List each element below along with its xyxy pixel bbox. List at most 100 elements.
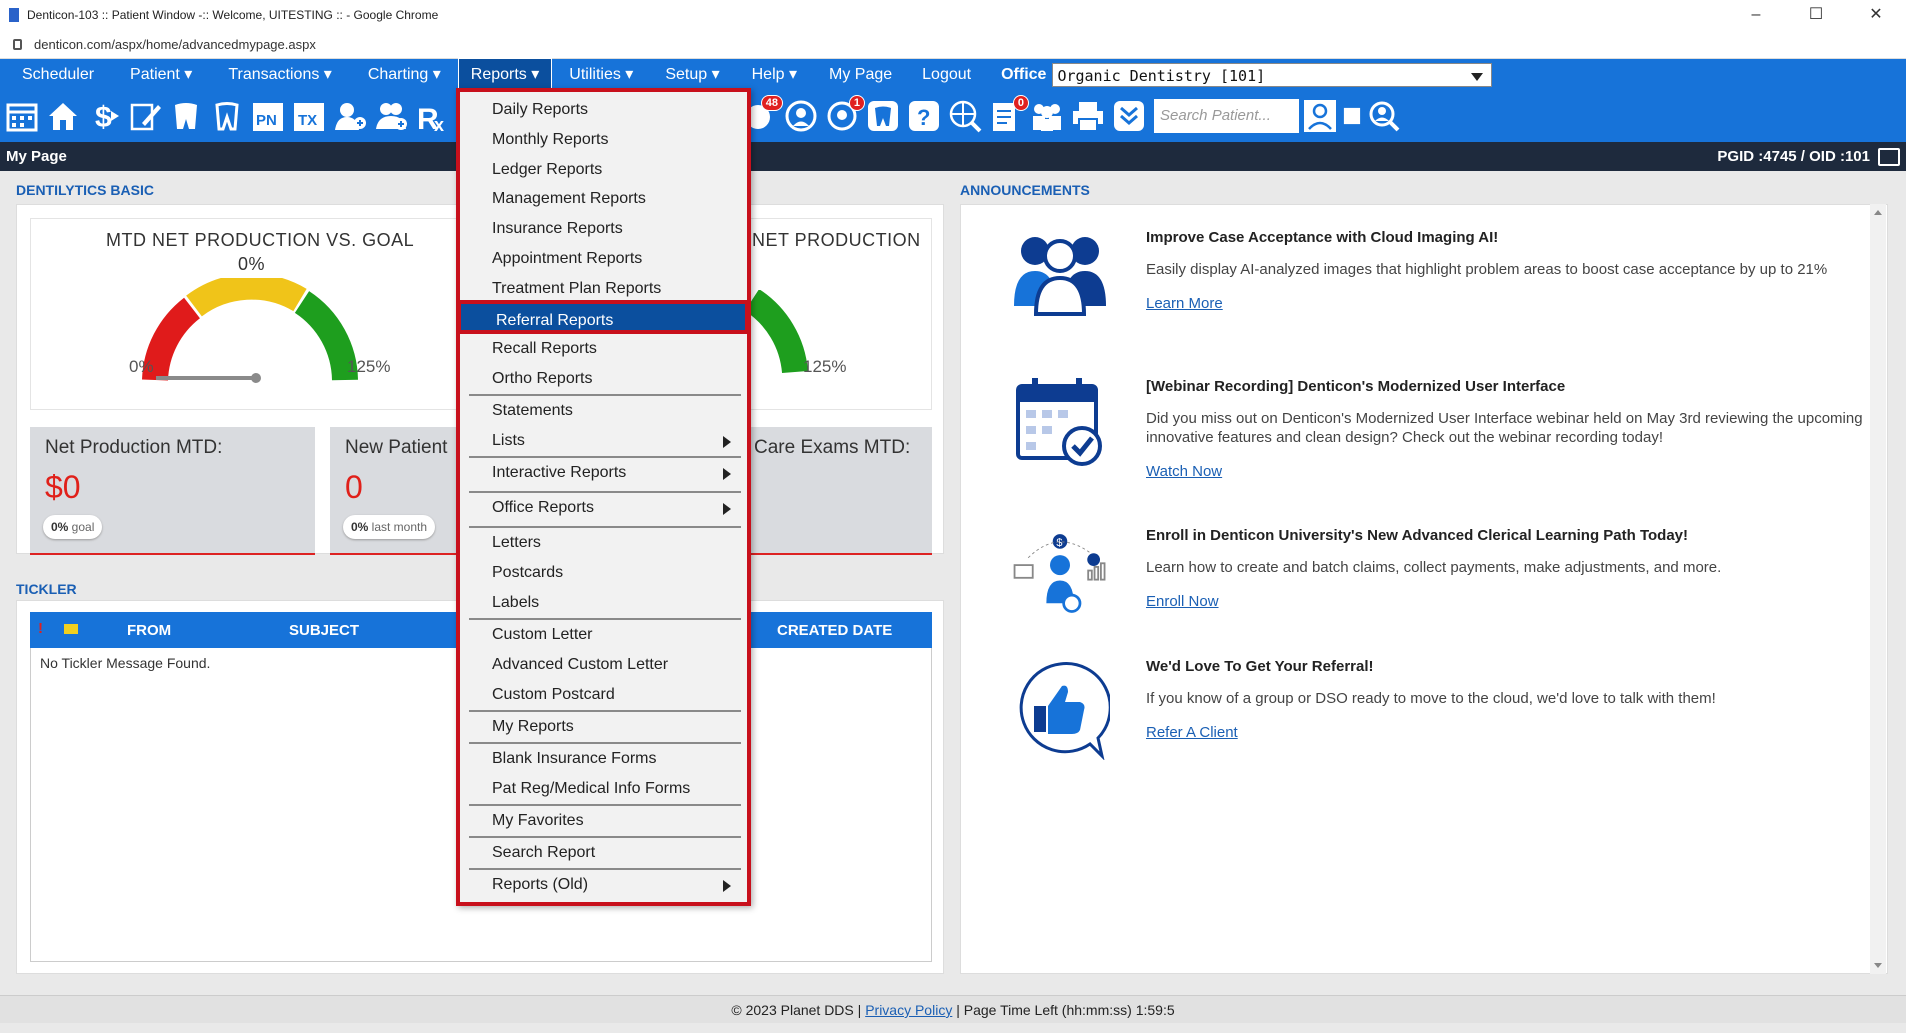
announcement-1: Improve Case Acceptance with Cloud Imagi… — [1146, 229, 1866, 313]
close-icon[interactable]: ✕ — [1846, 0, 1906, 30]
menu-reports[interactable]: Reports ▾ — [457, 58, 553, 91]
main-menu-bar: Scheduler Patient ▾ Transactions ▾ Chart… — [0, 58, 1906, 91]
menu-item-lists[interactable]: Lists — [469, 426, 741, 456]
enroll-now-link[interactable]: Enroll Now — [1146, 593, 1219, 610]
globe-search-icon[interactable] — [946, 97, 984, 135]
menu-item-management-reports[interactable]: Management Reports — [469, 184, 741, 214]
document-badge-icon[interactable]: 0 — [987, 95, 1029, 135]
menu-logout[interactable]: Logout — [910, 59, 983, 90]
add-patient-icon[interactable] — [331, 97, 369, 135]
menu-scheduler[interactable]: Scheduler — [10, 59, 106, 90]
menu-item-ortho-reports[interactable]: Ortho Reports — [469, 364, 741, 394]
menu-item-postcards[interactable]: Postcards — [469, 558, 741, 588]
kpi-label: New Patient — [345, 437, 448, 458]
group-icon[interactable] — [1028, 97, 1066, 135]
tx-icon[interactable]: TX — [290, 97, 328, 135]
submenu-arrow-icon — [723, 503, 731, 515]
menu-item-advanced-custom-letter[interactable]: Advanced Custom Letter — [469, 650, 741, 680]
menu-setup[interactable]: Setup ▾ — [653, 59, 731, 90]
menu-help[interactable]: Help ▾ — [740, 59, 809, 90]
menu-charting[interactable]: Charting ▾ — [356, 59, 453, 90]
menu-item-my-favorites[interactable]: My Favorites — [469, 806, 741, 836]
announcements-title: ANNOUNCEMENTS — [960, 182, 1090, 198]
menu-item-custom-postcard[interactable]: Custom Postcard — [469, 680, 741, 710]
gauge1-title: MTD NET PRODUCTION VS. GOAL — [106, 230, 415, 250]
minimize-icon[interactable]: – — [1726, 0, 1786, 30]
menu-item-search-report[interactable]: Search Report — [469, 838, 741, 868]
announcement-4: We'd Love To Get Your Referral! If you k… — [1146, 658, 1866, 742]
print-icon[interactable] — [1878, 148, 1900, 166]
submenu-arrow-icon — [723, 880, 731, 892]
watch-now-link[interactable]: Watch Now — [1146, 463, 1222, 480]
gauge1-value: 0% — [238, 254, 266, 274]
collapse-icon[interactable] — [1110, 97, 1148, 135]
url-text[interactable]: denticon.com/aspx/home/advancedmypage.as… — [34, 37, 316, 52]
col-from[interactable]: FROM — [127, 622, 171, 639]
gauge1-min: 0% — [129, 357, 154, 376]
edit-note-icon[interactable] — [126, 97, 164, 135]
announcement-desc: Learn how to create and batch claims, co… — [1146, 559, 1722, 576]
menu-item-blank-insurance-forms[interactable]: Blank Insurance Forms — [469, 744, 741, 774]
menu-item-monthly-reports[interactable]: Monthly Reports — [469, 125, 741, 155]
menu-item-labels[interactable]: Labels — [469, 588, 741, 618]
menu-item-referral-reports[interactable]: Referral Reports — [457, 300, 749, 334]
menu-item-custom-letter[interactable]: Custom Letter — [469, 620, 741, 650]
support-icon[interactable] — [782, 97, 820, 135]
tooth-icon[interactable] — [167, 97, 205, 135]
menu-my-page[interactable]: My Page — [817, 59, 904, 90]
privacy-policy-link[interactable]: Privacy Policy — [865, 1002, 952, 1018]
add-family-icon[interactable] — [372, 97, 410, 135]
menu-item-appointment-reports[interactable]: Appointment Reports — [469, 244, 741, 274]
notifications-badge: 1 — [848, 95, 865, 111]
maximize-icon[interactable]: ☐ — [1786, 0, 1846, 30]
window-title: Denticon-103 :: Patient Window -:: Welco… — [27, 8, 439, 22]
menu-item-office-reports[interactable]: Office Reports — [469, 493, 741, 523]
help-box-icon[interactable]: ? — [905, 97, 943, 135]
announcements-scrollbar[interactable] — [1870, 204, 1886, 974]
menu-item-ledger-reports[interactable]: Ledger Reports — [469, 155, 741, 185]
home-icon[interactable] — [44, 97, 82, 135]
menu-item-statements[interactable]: Statements — [469, 396, 741, 426]
menu-transactions[interactable]: Transactions ▾ — [216, 59, 343, 90]
printer-icon[interactable] — [1069, 97, 1107, 135]
tooth-box-icon[interactable] — [864, 97, 902, 135]
menu-item-my-reports[interactable]: My Reports — [469, 712, 741, 742]
menu-item-daily-reports[interactable]: Daily Reports — [469, 95, 741, 125]
people-search-icon[interactable] — [1365, 97, 1403, 135]
page-header: My Page PGID :4745 / OID :101 — [0, 142, 1906, 171]
announcement-desc: If you know of a group or DSO ready to m… — [1146, 690, 1716, 707]
col-created-date[interactable]: CREATED DATE — [777, 622, 892, 639]
app-logo-icon — [9, 8, 19, 22]
menu-item-pat-reg-forms[interactable]: Pat Reg/Medical Info Forms — [469, 774, 741, 804]
menu-item-letters[interactable]: Letters — [469, 528, 741, 558]
pn-icon[interactable]: PN — [249, 97, 287, 135]
kpi-value: 0 — [345, 469, 363, 505]
col-subject[interactable]: SUBJECT — [289, 622, 359, 639]
gauge2-max: 125% — [803, 357, 847, 376]
patient-search-icon[interactable] — [1301, 97, 1339, 135]
page-title: My Page — [6, 148, 67, 165]
menu-patient[interactable]: Patient ▾ — [118, 59, 204, 90]
checkbox[interactable] — [1342, 97, 1362, 135]
menu-utilities[interactable]: Utilities ▾ — [557, 59, 645, 90]
search-patient-input[interactable]: Search Patient... — [1154, 99, 1299, 133]
refer-client-link[interactable]: Refer A Client — [1146, 724, 1238, 741]
calendar-icon[interactable] — [3, 97, 41, 135]
address-bar[interactable]: denticon.com/aspx/home/advancedmypage.as… — [0, 30, 1906, 59]
svg-text:TX: TX — [298, 112, 317, 129]
notifications-icon[interactable]: 1 — [823, 95, 865, 135]
menu-item-insurance-reports[interactable]: Insurance Reports — [469, 214, 741, 244]
office-select-value: Organic Dentistry [101] — [1057, 66, 1266, 85]
menu-item-interactive-reports[interactable]: Interactive Reports — [469, 458, 741, 488]
submenu-arrow-icon — [723, 436, 731, 448]
office-select[interactable]: Organic Dentistry [101] — [1052, 62, 1493, 87]
tooth-chart-icon[interactable] — [208, 97, 246, 135]
menu-item-reports-old[interactable]: Reports (Old) — [469, 870, 741, 900]
calendar-check-icon — [1016, 378, 1102, 466]
kpi-care-exams: Care Exams MTD: — [740, 427, 932, 555]
gauge1-chart — [142, 278, 358, 383]
rx-icon[interactable]: Rx — [413, 97, 451, 135]
dollar-icon[interactable]: $ — [85, 97, 123, 135]
menu-item-recall-reports[interactable]: Recall Reports — [469, 334, 741, 364]
learn-more-link[interactable]: Learn More — [1146, 295, 1223, 312]
